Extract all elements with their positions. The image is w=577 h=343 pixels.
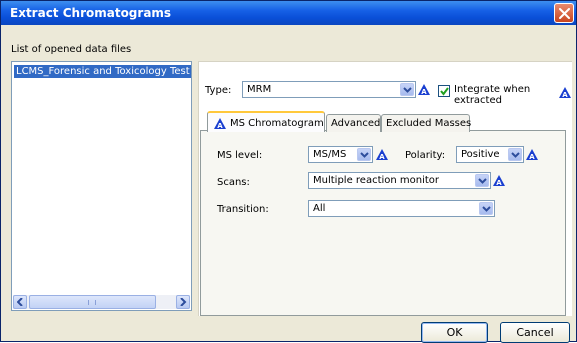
svg-text:A: A	[496, 179, 502, 186]
polarity-label: Polarity:	[405, 150, 446, 161]
chevron-down-icon	[511, 152, 520, 158]
arrow-left-icon	[17, 298, 23, 306]
type-label: Type:	[205, 85, 232, 96]
files-listbox[interactable]: LCMS_Forensic and Toxicology Test	[11, 61, 192, 311]
transition-select[interactable]: All	[308, 200, 495, 217]
list-item[interactable]: LCMS_Forensic and Toxicology Test	[14, 65, 191, 78]
window-title: Extract Chromatograms	[10, 6, 172, 20]
info-triangle-icon: A	[559, 87, 571, 98]
chevron-down-icon	[478, 178, 487, 184]
ms-level-value: MS/MS	[313, 149, 347, 160]
scroll-right-button[interactable]	[176, 295, 190, 309]
tab-ms-chromatogram[interactable]: A MS Chromatogram	[207, 111, 325, 132]
polarity-select[interactable]: Positive	[456, 146, 524, 163]
chevron-down-icon	[360, 152, 369, 158]
ms-level-select[interactable]: MS/MS	[308, 146, 373, 163]
tab-excluded-masses[interactable]: Excluded Masses	[381, 114, 472, 132]
svg-text:A: A	[529, 153, 535, 160]
info-triangle-icon: A	[214, 118, 226, 129]
polarity-dropdown-button[interactable]	[508, 148, 522, 161]
ms-level-dropdown-button[interactable]	[357, 148, 371, 161]
svg-text:A: A	[562, 91, 568, 98]
arrow-right-icon	[180, 298, 187, 306]
info-triangle-icon: A	[418, 84, 430, 95]
type-select-value: MRM	[247, 84, 272, 95]
transition-dropdown-button[interactable]	[479, 202, 493, 215]
ok-button[interactable]: OK	[421, 322, 488, 343]
ms-level-label: MS level:	[217, 150, 263, 161]
type-dropdown-button[interactable]	[400, 83, 414, 96]
chevron-down-icon	[482, 206, 491, 212]
integrate-checkbox[interactable]	[438, 85, 450, 97]
transition-label: Transition:	[217, 204, 269, 215]
scroll-grip	[88, 300, 96, 305]
close-button[interactable]	[554, 3, 574, 23]
svg-text:A: A	[379, 153, 385, 160]
tab-advanced[interactable]: Advanced	[326, 114, 381, 132]
tab-label: Advanced	[331, 118, 381, 129]
check-icon	[440, 87, 449, 96]
scans-dropdown-button[interactable]	[475, 174, 489, 187]
info-triangle-icon: A	[493, 175, 505, 186]
close-icon	[559, 8, 570, 19]
svg-text:A: A	[217, 122, 223, 129]
chevron-down-icon	[403, 87, 412, 93]
svg-text:A: A	[421, 88, 427, 95]
title-bar[interactable]: Extract Chromatograms	[1, 1, 576, 25]
tab-label: MS Chromatogram	[230, 118, 324, 129]
transition-value: All	[313, 203, 326, 214]
tab-label: Excluded Masses	[386, 118, 472, 129]
info-triangle-icon: A	[526, 149, 538, 160]
scroll-left-button[interactable]	[13, 295, 27, 309]
type-select[interactable]: MRM	[242, 81, 416, 98]
info-triangle-icon: A	[376, 149, 388, 160]
cancel-button[interactable]: Cancel	[500, 322, 570, 343]
extract-chromatograms-dialog: Extract Chromatograms List of opened dat…	[0, 0, 577, 343]
files-list-label: List of opened data files	[11, 44, 132, 55]
scans-value: Multiple reaction monitor	[313, 175, 440, 186]
polarity-value: Positive	[461, 149, 500, 160]
integrate-label: Integrate when extracted	[454, 84, 531, 106]
scans-select[interactable]: Multiple reaction monitor	[308, 172, 491, 189]
horizontal-scrollbar[interactable]	[13, 295, 190, 309]
scroll-thumb[interactable]	[29, 295, 156, 309]
scans-label: Scans:	[217, 177, 250, 188]
